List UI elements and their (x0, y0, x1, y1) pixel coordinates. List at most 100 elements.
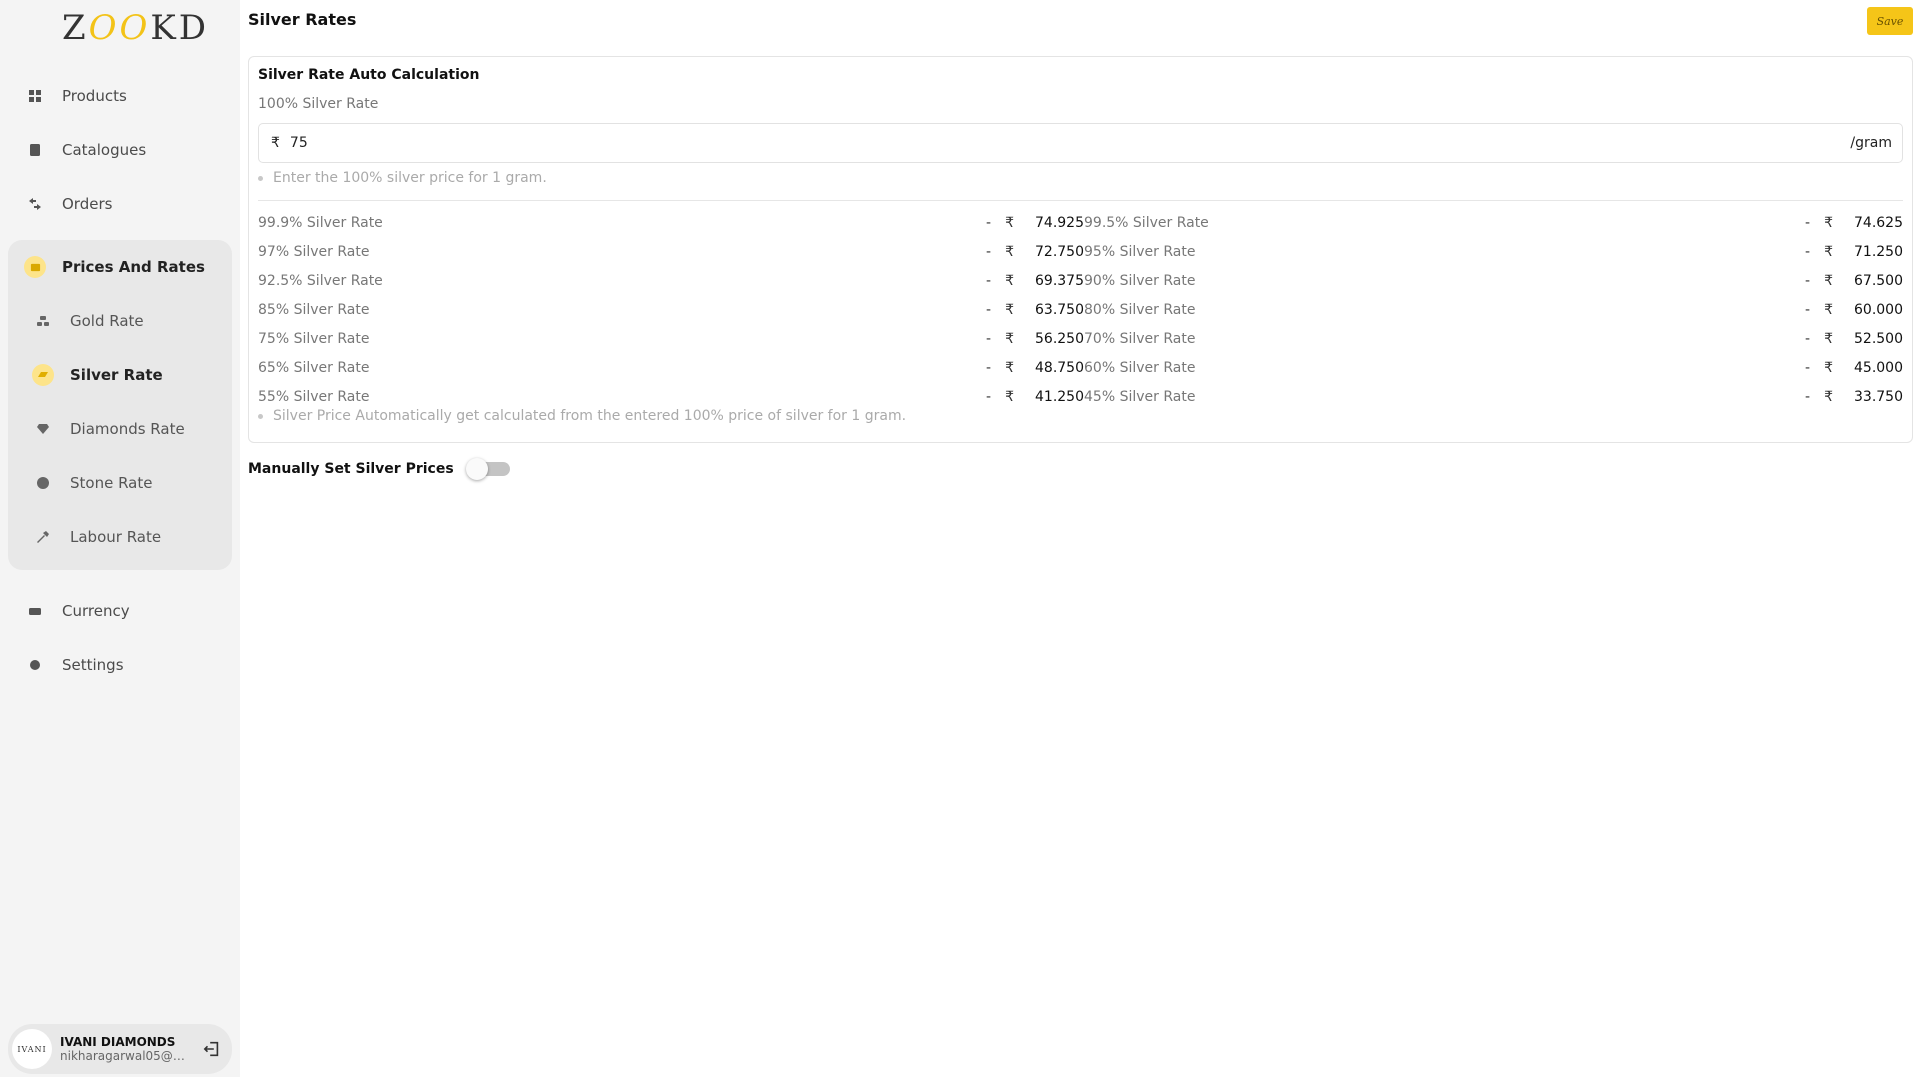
user-info: IVANI DIAMONDS nikharagarwal05@gmail.com (60, 1035, 188, 1063)
rate-dash: - (986, 330, 992, 347)
grid-icon (24, 85, 46, 107)
rate-cell: 55% Silver Rate - ₹41.250 (258, 389, 1084, 405)
rate-currency: ₹ (1824, 272, 1833, 289)
hint-text: Enter the 100% silver price for 1 gram. (273, 170, 547, 186)
sidebar-item-orders[interactable]: Orders (24, 184, 112, 224)
sidebar-item-prices-and-rates[interactable]: Prices And Rates (24, 251, 205, 283)
rate-dash: - (986, 272, 992, 289)
rate-row: 99.9% Silver Rate - ₹74.925 99.5% Silver Ra… (258, 208, 1903, 237)
rate-value: 48.750 (1035, 359, 1084, 376)
rate-currency: ₹ (1005, 359, 1014, 376)
rate-label: 99.5% Silver Rate (1084, 214, 1209, 231)
rate-dash: - (1805, 301, 1811, 318)
rate-row: 97% Silver Rate - ₹72.750 95% Silver Rate - ₹… (258, 237, 1903, 266)
footer-hint: Silver Price Automatically get calculate… (258, 408, 906, 424)
rate-row: 92.5% Silver Rate - ₹69.375 90% Silver Rate… (258, 266, 1903, 295)
rate-cell: 92.5% Silver Rate - ₹69.375 (258, 273, 1084, 289)
rate-currency: ₹ (1824, 359, 1833, 376)
rate-label: 95% Silver Rate (1084, 243, 1196, 260)
diamond-icon (32, 418, 54, 440)
swap-icon (24, 193, 46, 215)
gear-icon (24, 654, 46, 676)
sidebar-item-labour-rate[interactable]: Labour Rate (32, 517, 161, 557)
rate-cell: 97% Silver Rate - ₹72.750 (258, 244, 1084, 260)
rate-dash: - (1805, 359, 1811, 376)
rate-row: 85% Silver Rate - ₹63.750 80% Silver Rate - ₹… (258, 295, 1903, 324)
sidebar-item-label: Settings (62, 656, 124, 674)
unit-label: /gram (1850, 135, 1892, 151)
rate-currency: ₹ (1824, 214, 1833, 231)
rate-value: 74.625 (1854, 214, 1903, 231)
sidebar-item-products[interactable]: Products (24, 76, 127, 116)
sidebar-item-gold-rate[interactable]: Gold Rate (32, 301, 144, 341)
avatar[interactable]: IVANI (12, 1029, 52, 1069)
input-hint: Enter the 100% silver price for 1 gram. (258, 170, 547, 186)
sidebar-item-label: Stone Rate (70, 474, 153, 492)
rate-dash: - (1805, 214, 1811, 231)
rate-value: 67.500 (1854, 272, 1903, 289)
sidebar-item-label: Currency (62, 602, 130, 620)
save-button[interactable]: Save (1867, 7, 1913, 35)
silver-rate-input[interactable] (289, 135, 1851, 151)
silver-bar-icon (32, 364, 54, 386)
sidebar-item-label: Orders (62, 195, 113, 213)
hint-text: Silver Price Automatically get calculate… (273, 408, 907, 424)
sidebar-item-silver-rate[interactable]: Silver Rate (32, 355, 163, 395)
prices-and-rates-group: Prices And Rates Gold Rate Silver Rate D… (8, 240, 232, 570)
rate-cell: 70% Silver Rate - ₹52.500 (1084, 331, 1903, 347)
toggle-knob (465, 458, 488, 480)
sidebar-item-settings[interactable]: Settings (24, 645, 124, 685)
user-email: nikharagarwal05@gmail.com (60, 1049, 188, 1063)
logout-button[interactable] (198, 1035, 226, 1063)
sidebar-item-diamonds-rate[interactable]: Diamonds Rate (32, 409, 185, 449)
rate-currency: ₹ (1005, 214, 1014, 231)
rate-cell: 75% Silver Rate - ₹56.250 (258, 331, 1084, 347)
field-label: 100% Silver Rate (258, 96, 379, 112)
sidebar-item-stone-rate[interactable]: Stone Rate (32, 463, 152, 503)
rate-currency: ₹ (1005, 388, 1014, 405)
rate-cell: 45% Silver Rate - ₹33.750 (1084, 389, 1903, 405)
rate-cell: 80% Silver Rate - ₹60.000 (1084, 302, 1903, 318)
rate-dash: - (1805, 330, 1811, 347)
money-icon (24, 600, 46, 622)
currency-symbol: ₹ (271, 135, 280, 151)
rate-currency: ₹ (1824, 243, 1833, 260)
sidebar-item-label: Labour Rate (70, 528, 162, 546)
rate-label: 97% Silver Rate (258, 243, 370, 260)
rate-currency: ₹ (1005, 330, 1014, 347)
rate-cell: 90% Silver Rate - ₹67.500 (1084, 273, 1903, 289)
card-title: Silver Rate Auto Calculation (258, 67, 480, 83)
rates-grid: 99.9% Silver Rate - ₹74.925 99.5% Silver Ra… (258, 208, 1903, 411)
bullet-icon (258, 175, 263, 181)
rate-dash: - (986, 388, 992, 405)
user-name: IVANI DIAMONDS (60, 1035, 176, 1049)
rate-label: 70% Silver Rate (1084, 330, 1196, 347)
silver-rate-auto-calculation-card: Silver Rate Auto Calculation 100% Silver… (248, 56, 1913, 443)
rate-label: 80% Silver Rate (1084, 301, 1196, 318)
zookd-logo[interactable]: ZOOKD (62, 8, 209, 48)
gold-bars-icon (32, 310, 54, 332)
rate-dash: - (986, 359, 992, 376)
book-icon (24, 139, 46, 161)
sidebar-item-catalogues[interactable]: Catalogues (24, 130, 146, 170)
rate-label: 99.9% Silver Rate (258, 214, 383, 231)
rate-value: 33.750 (1854, 388, 1903, 405)
rate-value: 72.750 (1035, 243, 1084, 260)
sidebar-item-label: Prices And Rates (62, 258, 205, 276)
page-title: Silver Rates (248, 10, 357, 29)
divider (258, 200, 1903, 201)
rate-cell: 60% Silver Rate - ₹45.000 (1084, 360, 1903, 376)
sidebar-item-currency[interactable]: Currency (24, 591, 130, 631)
price-tag-icon (24, 256, 46, 278)
rate-dash: - (1805, 388, 1811, 405)
rate-dash: - (1805, 243, 1811, 260)
manual-silver-prices-toggle[interactable] (465, 458, 514, 480)
rate-value: 52.500 (1854, 330, 1903, 347)
sidebar-item-label: Diamonds Rate (70, 420, 185, 438)
rate-currency: ₹ (1005, 272, 1014, 289)
hammer-icon (32, 526, 54, 548)
rate-cell: 95% Silver Rate - ₹71.250 (1084, 244, 1903, 260)
sidebar-item-label: Silver Rate (70, 366, 163, 384)
rate-cell: 99.9% Silver Rate - ₹74.925 (258, 215, 1084, 231)
sidebar-item-label: Gold Rate (70, 312, 144, 330)
